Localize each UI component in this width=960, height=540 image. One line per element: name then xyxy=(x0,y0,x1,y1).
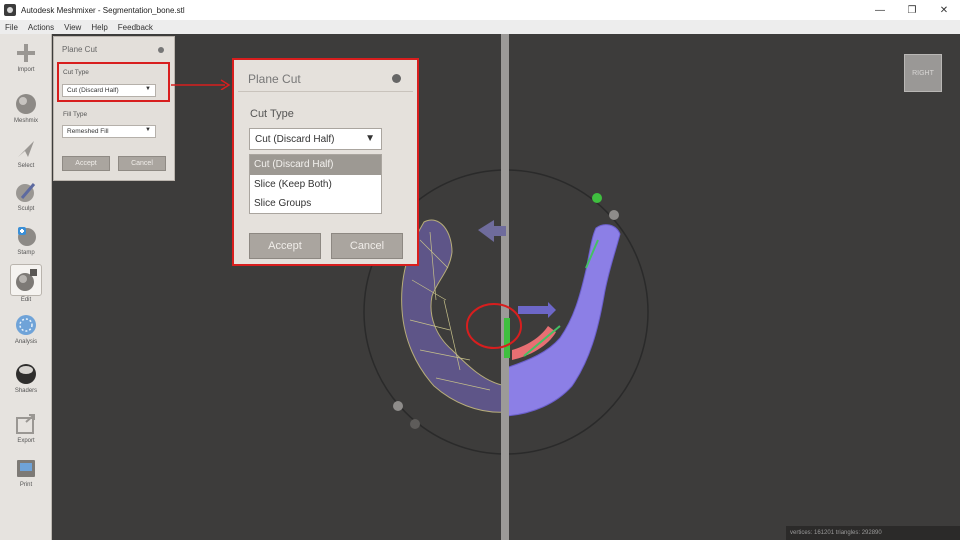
meshmixer-app-icon xyxy=(4,4,16,16)
fill-type-value: Remeshed Fill xyxy=(67,128,109,135)
plane-cut-zoom-callout: Plane Cut Cut Type Cut (Discard Half) ▼ … xyxy=(232,58,419,266)
zoom-accept-button[interactable]: Accept xyxy=(249,233,321,259)
brush-icon xyxy=(13,179,39,205)
fill-type-label: Fill Type xyxy=(63,111,88,118)
stamp-icon xyxy=(13,223,39,249)
tool-meshmix-label: Meshmix xyxy=(13,118,38,124)
title-bar: Autodesk Meshmixer - Segmentation_bone.s… xyxy=(0,0,960,20)
window-controls: — ❐ ✕ xyxy=(864,0,960,20)
status-bar: vertices: 161201 triangles: 292890 xyxy=(786,526,960,540)
zoom-cut-type-select[interactable]: Cut (Discard Half) ▼ xyxy=(249,128,382,150)
panel-pin-icon[interactable] xyxy=(158,47,164,53)
panel-pin-icon[interactable] xyxy=(392,74,401,83)
highlight-box-cut-type xyxy=(57,62,170,102)
tool-select-label: Select xyxy=(17,163,35,169)
cut-type-dropdown-list: Cut (Discard Half) Slice (Keep Both) Sli… xyxy=(249,154,382,214)
dropdown-option-slice-groups[interactable]: Slice Groups xyxy=(250,194,381,214)
tool-stamp-label: Stamp xyxy=(17,250,35,256)
cancel-button[interactable]: Cancel xyxy=(118,156,166,171)
sphere-icon xyxy=(13,91,39,117)
tool-analysis[interactable]: Analysis xyxy=(0,312,52,354)
dropdown-option-cut-discard-half[interactable]: Cut (Discard Half) xyxy=(250,155,381,175)
analysis-icon xyxy=(13,312,39,338)
zoom-cancel-button[interactable]: Cancel xyxy=(331,233,403,259)
tool-edit-label: Edit xyxy=(20,297,32,303)
tool-shaders-label: Shaders xyxy=(14,388,38,394)
menu-feedback[interactable]: Feedback xyxy=(118,23,153,32)
tool-import[interactable]: Import xyxy=(0,40,52,82)
view-cube[interactable]: RIGHT xyxy=(904,54,942,92)
menu-bar: File Actions View Help Feedback xyxy=(0,20,960,34)
maximize-button[interactable]: ❐ xyxy=(896,0,928,20)
fill-type-select[interactable]: Remeshed Fill ▼ xyxy=(62,125,156,138)
print-icon xyxy=(13,455,39,481)
tool-meshmix[interactable]: Meshmix xyxy=(0,91,52,133)
tool-analysis-label: Analysis xyxy=(14,339,38,345)
tool-export[interactable]: Export xyxy=(0,411,52,453)
left-toolbar: Import Meshmix Select Sculpt Stamp Edit … xyxy=(0,34,52,540)
tool-sculpt[interactable]: Sculpt xyxy=(0,179,52,221)
tool-shaders[interactable]: Shaders xyxy=(0,361,52,403)
window-title: Autodesk Meshmixer - Segmentation_bone.s… xyxy=(21,5,185,15)
arrow-select-icon xyxy=(13,136,39,162)
chevron-down-icon: ▼ xyxy=(145,127,151,133)
plane-cut-panel: Plane Cut Cut Type Cut (Discard Half) ▼ … xyxy=(53,36,175,181)
callout-arrow-icon xyxy=(171,79,231,90)
zoom-cut-type-label: Cut Type xyxy=(250,108,294,120)
menu-view[interactable]: View xyxy=(64,23,81,32)
tool-print[interactable]: Print xyxy=(0,455,52,497)
zoom-panel-header: Plane Cut xyxy=(238,64,413,92)
tool-import-label: Import xyxy=(17,67,35,73)
menu-actions[interactable]: Actions xyxy=(28,23,54,32)
minimize-button[interactable]: — xyxy=(864,0,896,20)
3d-viewport[interactable] xyxy=(53,34,960,540)
meshmixer-window: Autodesk Meshmixer - Segmentation_bone.s… xyxy=(0,0,960,540)
accept-button[interactable]: Accept xyxy=(62,156,110,171)
close-button[interactable]: ✕ xyxy=(928,0,960,20)
mesh-stats: vertices: 161201 triangles: 292890 xyxy=(790,530,882,536)
zoom-panel-body: Plane Cut Cut Type Cut (Discard Half) ▼ … xyxy=(238,64,413,262)
tool-export-label: Export xyxy=(17,438,35,444)
edit-icon xyxy=(10,264,42,296)
view-cube-label: RIGHT xyxy=(912,69,934,77)
zoom-cut-type-value: Cut (Discard Half) xyxy=(255,133,335,145)
plus-icon xyxy=(13,40,39,66)
shader-sphere-icon xyxy=(13,361,39,387)
tool-select[interactable]: Select xyxy=(0,136,52,178)
dropdown-option-slice-keep-both[interactable]: Slice (Keep Both) xyxy=(250,175,381,195)
zoom-panel-title: Plane Cut xyxy=(248,72,301,86)
chevron-down-icon: ▼ xyxy=(365,133,375,144)
tool-sculpt-label: Sculpt xyxy=(17,206,35,212)
tool-stamp[interactable]: Stamp xyxy=(0,223,52,265)
tool-print-label: Print xyxy=(19,482,33,488)
menu-help[interactable]: Help xyxy=(91,23,107,32)
menu-file[interactable]: File xyxy=(5,23,18,32)
plane-cut-panel-title: Plane Cut xyxy=(62,45,98,54)
export-icon xyxy=(13,411,39,437)
tool-edit[interactable]: Edit xyxy=(0,264,52,306)
